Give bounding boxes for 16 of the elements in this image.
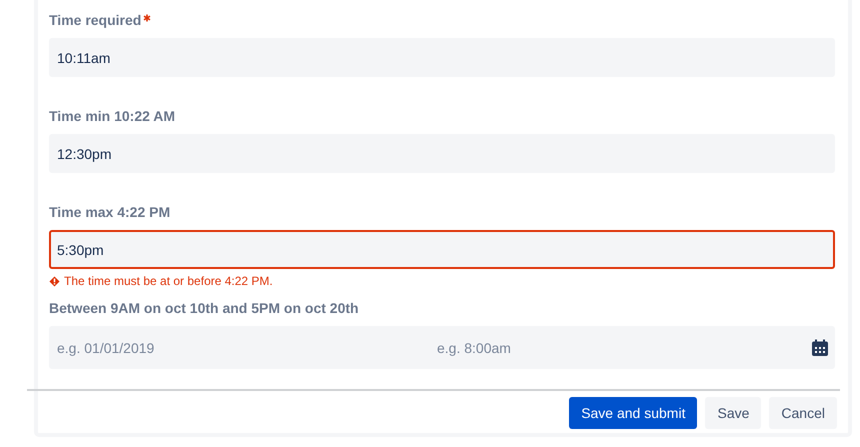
submit-button[interactable]: Save and submit <box>569 397 698 429</box>
calendar-icon[interactable] <box>811 338 829 356</box>
field-label: Time required <box>49 11 142 30</box>
field-label: Time max 4:22 PM <box>49 203 170 222</box>
action-button[interactable]: Cancel <box>769 397 837 429</box>
datetime-field[interactable]: e.g. 01/01/2019 e.g. 8:00am <box>49 326 835 369</box>
date-field[interactable]: e.g. 01/01/2019 <box>51 328 431 367</box>
time-field[interactable]: 5:30pm <box>49 230 835 269</box>
field-label: Time min 10:22 AM <box>49 107 176 126</box>
error-icon <box>49 276 60 286</box>
error-message: The time must be at or before 4:22 PM. <box>64 273 273 289</box>
action-button[interactable]: Save <box>705 397 762 429</box>
time-field[interactable]: 10:11am <box>49 38 835 77</box>
time-field[interactable]: e.g. 8:00am <box>431 328 811 367</box>
time-field[interactable]: 12:30pm <box>49 134 835 173</box>
field-label: Between 9AM on oct 10th and 5PM on oct 20th <box>49 299 359 318</box>
